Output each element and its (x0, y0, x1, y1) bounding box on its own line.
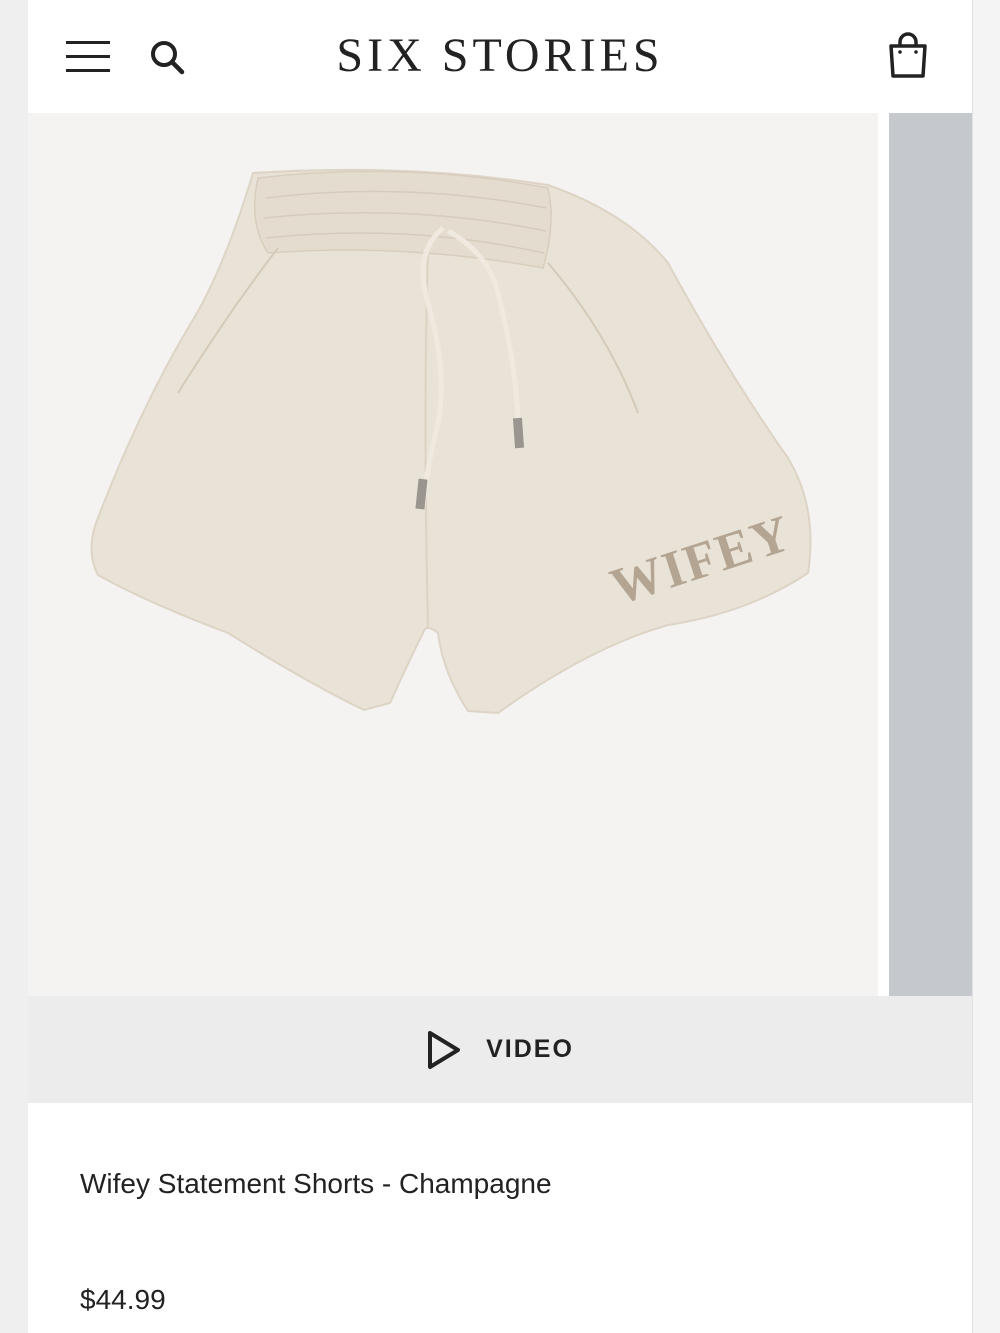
search-button[interactable] (146, 36, 188, 78)
product-price: $44.99 (80, 1284, 166, 1315)
site-header: SIX STORIES (28, 0, 972, 113)
next-slide-image[interactable] (889, 113, 972, 996)
site-logo[interactable]: SIX STORIES (336, 29, 663, 82)
product-title: Wifey Statement Shorts - Champagne (80, 1168, 552, 1199)
play-icon (428, 1030, 461, 1069)
page-edge (972, 0, 1000, 1333)
menu-button[interactable] (66, 38, 112, 74)
video-button[interactable]: VIDEO (28, 996, 972, 1103)
cart-button[interactable] (886, 32, 930, 80)
product-gallery[interactable]: WIFEY (28, 113, 972, 996)
shorts-illustration: WIFEY (90, 168, 812, 715)
search-icon (151, 41, 185, 75)
product-page: SIX STORIES WIFEY VIDEO Wifey Statement … (28, 0, 972, 1333)
video-label: VIDEO (486, 1035, 574, 1063)
shopping-bag-icon (889, 32, 927, 78)
product-image[interactable]: WIFEY (28, 113, 878, 996)
hamburger-menu-icon (66, 41, 110, 72)
